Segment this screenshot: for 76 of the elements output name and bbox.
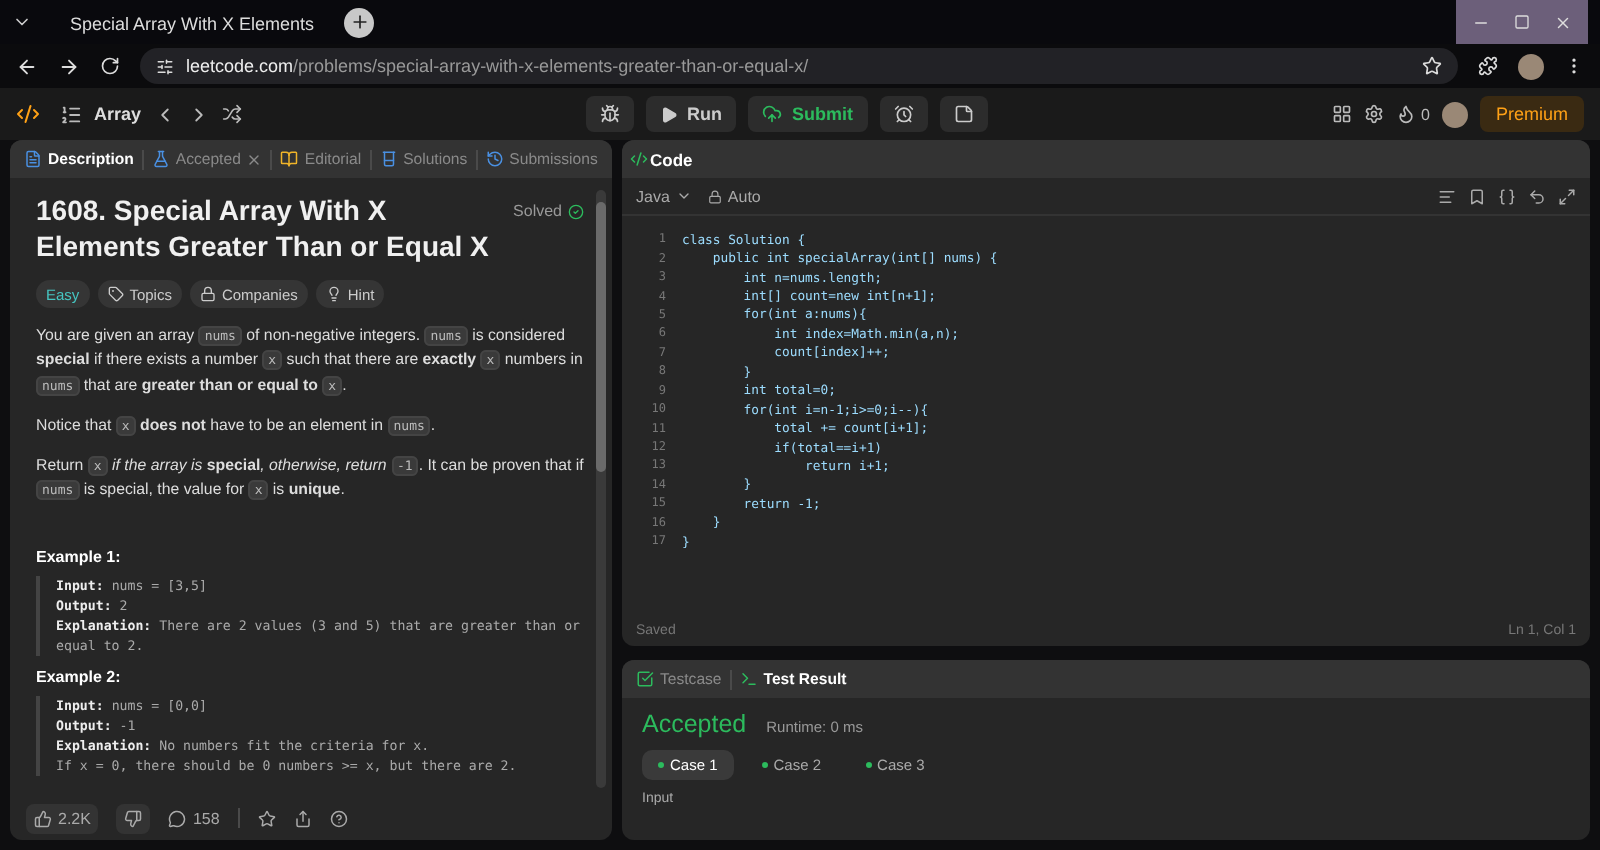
address-bar[interactable]: leetcode.com/problems/special-array-with-x-elements-greater-than-or-equal-x/ [140,48,1458,84]
bug-icon [599,104,620,124]
comment-icon [168,809,187,827]
forward-icon[interactable] [58,55,80,77]
expand-icon[interactable] [1558,187,1576,205]
example-heading: Example 2: [36,667,123,686]
help-icon[interactable] [329,809,348,827]
debug-button[interactable] [585,96,634,132]
code-icon [630,150,648,168]
status-dot [761,762,768,768]
site-settings-icon[interactable] [156,57,174,75]
play-icon [659,105,678,123]
tab-title: Special Array With X Elements [70,14,315,34]
thumbs-up-icon [34,809,52,827]
beaker-icon [379,150,398,168]
problem-title: 1608. Special Array With X Elements Greater Than or Equal X [36,192,491,264]
auto-mode-toggle[interactable]: Auto [707,187,761,205]
book-icon [280,150,299,168]
lock-icon [199,286,216,302]
logo-icon[interactable] [16,102,40,126]
list-icon[interactable] [60,103,82,125]
thumbs-down-icon [124,809,143,827]
close-icon[interactable] [1554,13,1572,31]
terminal-icon [739,670,758,688]
extensions-icon[interactable] [1478,56,1498,76]
dislike-button[interactable] [116,803,151,833]
url-text: leetcode.com/problems/special-array-with-x-elements-greater-than-or-equal-x/ [186,56,809,76]
cloud-upload-icon [762,104,783,124]
reload-icon[interactable] [100,56,120,76]
status-dot [658,762,664,768]
alarm-clock-icon [893,104,914,124]
check-circle-icon [568,203,584,219]
lightbulb-icon [325,286,342,302]
reset-icon[interactable] [1528,187,1546,205]
share-icon[interactable] [293,809,312,827]
maximize-icon[interactable] [1514,14,1530,30]
profile-avatar[interactable] [1518,53,1544,79]
timer-button[interactable] [879,96,928,132]
panel-title: Code [650,149,693,169]
checkbox-icon [636,670,654,688]
notes-button[interactable] [939,96,988,132]
shuffle-icon[interactable] [221,104,242,124]
user-avatar[interactable] [1442,101,1468,127]
run-button[interactable]: Run [645,96,737,132]
streak-counter[interactable]: 0 [1395,104,1430,124]
tag-icon [107,286,124,302]
close-icon[interactable] [246,151,263,167]
submit-button[interactable]: Submit [748,96,868,132]
solved-status: Solved [513,202,584,220]
scrollbar[interactable] [596,190,606,788]
example-heading: Example 1: [36,547,123,566]
favorite-icon[interactable] [257,809,276,827]
language-dropdown[interactable]: Java [636,187,692,205]
back-icon[interactable] [16,55,38,77]
layout-icon[interactable] [1331,104,1352,124]
comments-button[interactable]: 158 [168,809,220,827]
flame-icon [1395,104,1416,124]
problem-list-link[interactable]: Array [94,104,142,124]
bookmark-icon[interactable] [1468,187,1486,205]
new-tab-button[interactable] [344,7,374,37]
braces-icon[interactable] [1498,187,1516,205]
history-icon [485,150,504,168]
caret-icon [675,188,692,204]
document-icon [24,150,42,168]
bookmark-star-icon[interactable] [1422,56,1442,76]
status-dot [865,762,872,768]
settings-icon[interactable] [1363,104,1384,124]
premium-button[interactable]: Premium [1480,96,1585,132]
format-icon[interactable] [1438,187,1456,205]
browser-tab[interactable]: Special Array With X Elements [48,4,328,44]
like-button[interactable]: 2.2K [26,803,99,833]
flask-icon [151,150,170,168]
plus-icon [349,12,369,32]
lock-icon [707,189,722,203]
note-icon [953,104,974,124]
verdict-text: Accepted [642,710,747,738]
